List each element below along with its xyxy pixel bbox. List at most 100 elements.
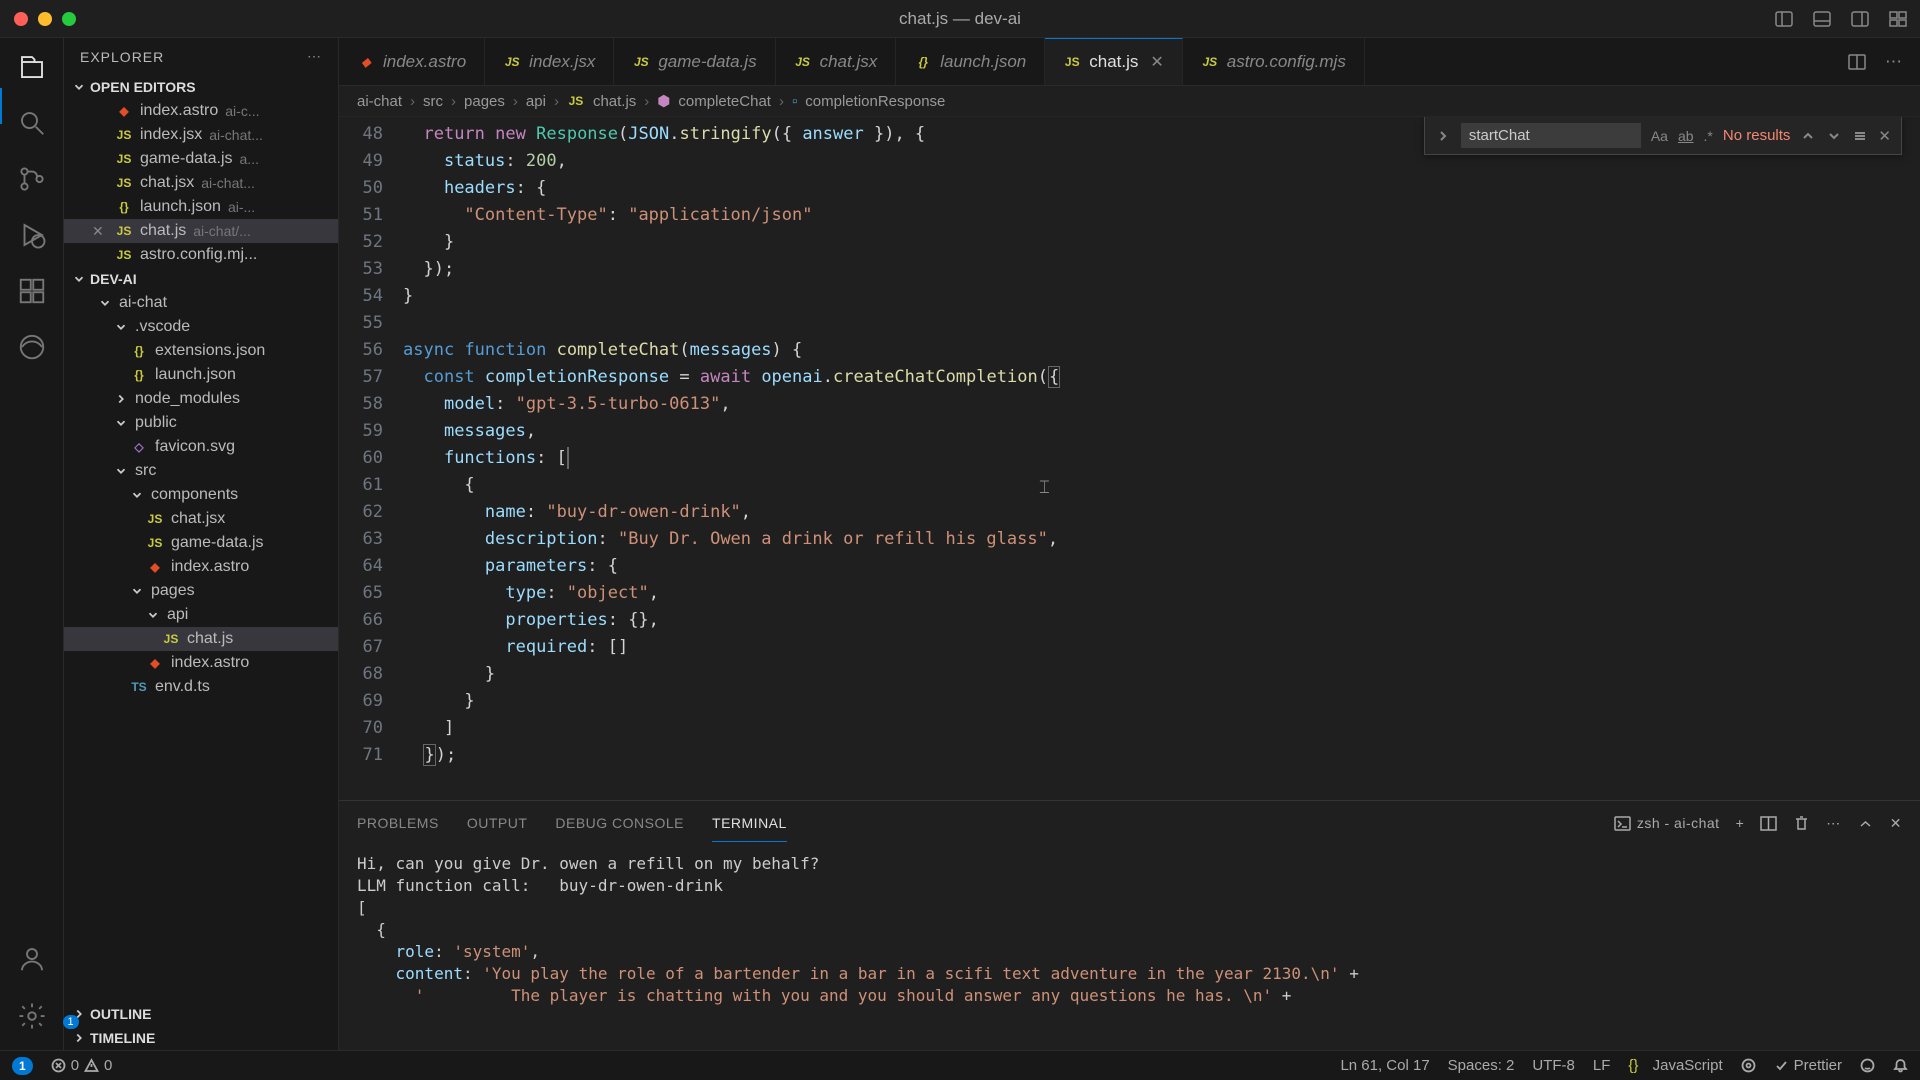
open-editor-item[interactable]: JSchat.jsx ai-chat... [64, 171, 338, 195]
trash-icon[interactable] [1793, 815, 1810, 832]
more-icon[interactable]: ⋯ [1885, 52, 1902, 72]
remote-indicator[interactable]: 1 [12, 1057, 33, 1075]
match-case-icon[interactable]: Aa [1651, 128, 1668, 144]
tree-folder[interactable]: ai-chat [64, 291, 338, 315]
terminal-shell[interactable]: zsh - ai-chat [1614, 815, 1720, 832]
layout-grid-icon[interactable] [1888, 9, 1908, 29]
gear-icon[interactable] [17, 1001, 47, 1031]
outline-section[interactable]: OUTLINE [64, 1002, 338, 1026]
tab-chat-jsx[interactable]: JSchat.jsx [776, 38, 897, 85]
find-in-selection-icon[interactable] [1852, 128, 1868, 144]
minimize-window[interactable] [38, 12, 52, 26]
terminal-output[interactable]: Hi, can you give Dr. owen a refill on my… [339, 845, 1920, 1050]
chevron-down-icon [72, 272, 86, 286]
chevron-right-icon[interactable] [1435, 128, 1451, 144]
go-to-line-icon[interactable] [1741, 1058, 1756, 1073]
problems-indicator[interactable]: 0 0 [51, 1057, 113, 1074]
close-find-icon[interactable]: ✕ [1878, 127, 1891, 145]
close-icon[interactable]: ✕ [1150, 52, 1163, 72]
open-editor-item[interactable]: {}launch.json ai-... [64, 195, 338, 219]
terminal-icon [1614, 815, 1631, 832]
split-terminal-icon[interactable] [1760, 815, 1777, 832]
tree-file[interactable]: JSchat.js [64, 627, 338, 651]
tree-folder[interactable]: src [64, 459, 338, 483]
cursor-position[interactable]: Ln 61, Col 17 [1340, 1057, 1429, 1074]
tree-file[interactable]: {}launch.json [64, 363, 338, 387]
extensions-icon[interactable] [17, 276, 47, 306]
window-title: chat.js — dev-ai [899, 9, 1021, 29]
tree-folder[interactable]: pages [64, 579, 338, 603]
next-match-icon[interactable] [1826, 128, 1842, 144]
open-editor-item[interactable]: JSastro.config.mj... [64, 243, 338, 267]
tab-index-astro[interactable]: ◆index.astro [339, 38, 485, 85]
panel-bottom-icon[interactable] [1812, 9, 1832, 29]
more-icon[interactable]: ⋯ [1826, 815, 1841, 832]
new-terminal-icon[interactable]: + [1736, 815, 1745, 831]
tree-file[interactable]: ◆index.astro [64, 555, 338, 579]
settings-icon-wrap[interactable]: 1 [17, 1001, 47, 1036]
tree-folder[interactable]: node_modules [64, 387, 338, 411]
tab-terminal[interactable]: TERMINAL [712, 805, 787, 842]
close-icon[interactable]: ✕ [92, 223, 108, 240]
tree-folder[interactable]: api [64, 603, 338, 627]
traffic-lights [0, 12, 76, 26]
tab-index-jsx[interactable]: JSindex.jsx [485, 38, 614, 85]
match-word-icon[interactable]: ab [1678, 128, 1694, 144]
open-editor-item[interactable]: ✕JSchat.js ai-chat/... [64, 219, 338, 243]
prettier-status[interactable]: Prettier [1774, 1057, 1842, 1074]
find-input[interactable] [1461, 123, 1641, 148]
more-icon[interactable]: ⋯ [307, 48, 322, 65]
tree-folder[interactable]: .vscode [64, 315, 338, 339]
account-icon[interactable] [17, 944, 47, 974]
close-panel-icon[interactable]: ✕ [1890, 815, 1902, 832]
run-debug-icon[interactable] [17, 220, 47, 250]
notifications-icon[interactable] [1893, 1058, 1908, 1073]
indentation[interactable]: Spaces: 2 [1448, 1057, 1515, 1074]
chevron-up-icon[interactable] [1857, 815, 1874, 832]
source-control-icon[interactable] [17, 164, 47, 194]
panel-left-icon[interactable] [1774, 9, 1794, 29]
tab-game-data[interactable]: JSgame-data.js [614, 38, 775, 85]
open-editor-item[interactable]: JSgame-data.js a... [64, 147, 338, 171]
titlebar: chat.js — dev-ai [0, 0, 1920, 38]
split-editor-icon[interactable] [1847, 52, 1867, 72]
close-window[interactable] [14, 12, 28, 26]
tree-file[interactable]: ◆index.astro [64, 651, 338, 675]
feedback-icon[interactable] [1860, 1058, 1875, 1073]
regex-icon[interactable]: .* [1704, 128, 1713, 144]
maximize-window[interactable] [62, 12, 76, 26]
edge-icon[interactable] [17, 332, 47, 362]
encoding[interactable]: UTF-8 [1532, 1057, 1575, 1074]
tab-problems[interactable]: PROBLEMS [357, 805, 439, 841]
editor-body[interactable]: Aa ab .* No results ✕ 484950515253545556… [339, 117, 1920, 800]
project-section[interactable]: DEV-AI [64, 267, 338, 291]
open-editor-item[interactable]: ◆index.astro ai-c... [64, 99, 338, 123]
tree-folder[interactable]: components [64, 483, 338, 507]
tab-output[interactable]: OUTPUT [467, 805, 528, 841]
tree-file[interactable]: ◇favicon.svg [64, 435, 338, 459]
tab-launch-json[interactable]: {}launch.json [896, 38, 1045, 85]
tab-debug-console[interactable]: DEBUG CONSOLE [555, 805, 684, 841]
open-editors-section[interactable]: OPEN EDITORS [64, 75, 338, 99]
tab-astro-config[interactable]: JSastro.config.mjs [1183, 38, 1365, 85]
tree-file[interactable]: TSenv.d.ts [64, 675, 338, 699]
prev-match-icon[interactable] [1800, 128, 1816, 144]
explorer-icon[interactable] [17, 52, 47, 82]
breadcrumbs[interactable]: ai-chat› src› pages› api› JSchat.js› ⬢ c… [339, 86, 1920, 117]
open-editors-list: ◆index.astro ai-c... JSindex.jsx ai-chat… [64, 99, 338, 267]
panel-tabs: PROBLEMS OUTPUT DEBUG CONSOLE TERMINAL z… [339, 801, 1920, 845]
tree-file[interactable]: JSchat.jsx [64, 507, 338, 531]
tree-folder[interactable]: public [64, 411, 338, 435]
account-icon-wrap[interactable] [17, 944, 47, 979]
open-editor-item[interactable]: JSindex.jsx ai-chat... [64, 123, 338, 147]
sidebar: EXPLORER ⋯ OPEN EDITORS ◆index.astro ai-… [64, 38, 339, 1050]
eol[interactable]: LF [1593, 1057, 1611, 1074]
tree-file[interactable]: {}extensions.json [64, 339, 338, 363]
language-mode[interactable]: {} JavaScript [1628, 1057, 1722, 1074]
panel-right-icon[interactable] [1850, 9, 1870, 29]
tree-file[interactable]: JSgame-data.js [64, 531, 338, 555]
tab-chat-js[interactable]: JSchat.js✕ [1045, 38, 1183, 85]
code-content[interactable]: return new Response(JSON.stringify({ ans… [403, 117, 1920, 800]
timeline-section[interactable]: TIMELINE [64, 1026, 338, 1050]
search-icon[interactable] [17, 108, 47, 138]
